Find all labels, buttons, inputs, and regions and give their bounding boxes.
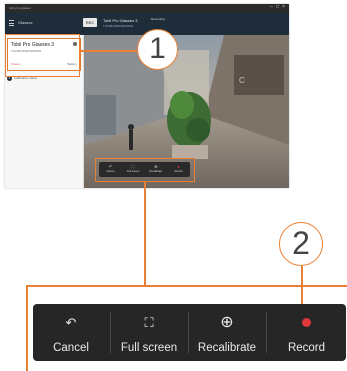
undo-icon: ↶ bbox=[65, 315, 77, 330]
mini-fullscreen-button[interactable]: ⛶ Full screen bbox=[122, 162, 145, 177]
battery-status: Recording bbox=[151, 17, 165, 21]
device-serial: TG03B-080200055681 bbox=[103, 24, 134, 28]
mini-fullscreen-icon: ⛶ bbox=[131, 164, 135, 169]
app-label: Glasses bbox=[18, 20, 33, 25]
cancel-label: Cancel bbox=[53, 342, 89, 354]
mini-fullscreen-label: Full screen bbox=[127, 170, 140, 173]
mini-recalibrate-button[interactable]: ⊕ Recalibrate bbox=[145, 162, 168, 177]
mini-cancel-label: Cancel bbox=[106, 170, 115, 173]
connector-horizontal bbox=[26, 285, 347, 287]
connector-vertical bbox=[144, 182, 146, 286]
fullscreen-button[interactable]: ⛶ Full screen bbox=[111, 304, 187, 361]
menu-icon[interactable] bbox=[9, 20, 14, 26]
mini-record-label: Record bbox=[174, 170, 183, 173]
recalibrate-button[interactable]: ⊕ Recalibrate bbox=[189, 304, 265, 361]
mini-recalibrate-label: Recalibrate bbox=[149, 170, 163, 173]
callout-1-badge: 1 bbox=[137, 29, 178, 70]
close-icon[interactable]: × bbox=[282, 5, 287, 10]
window-title-bar: tobii pro glasses – □ × bbox=[5, 4, 289, 13]
fullscreen-label: Full screen bbox=[120, 342, 178, 354]
mini-controls-bar: ↶ Cancel ⛶ Full screen ⊕ Recalibrate ● R… bbox=[99, 162, 190, 177]
record-label: Record bbox=[287, 342, 326, 354]
cancel-button[interactable]: ↶ Cancel bbox=[33, 304, 109, 361]
maximize-icon[interactable]: □ bbox=[276, 5, 281, 10]
window-title: tobii pro glasses bbox=[9, 6, 31, 10]
crosshair-icon: ⊕ bbox=[220, 314, 234, 331]
callout-2-badge: 2 bbox=[279, 222, 323, 266]
svg-text:C: C bbox=[239, 76, 245, 85]
connector-left-drop bbox=[26, 285, 28, 371]
controls-bar: ↶ Cancel ⛶ Full screen ⊕ Recalibrate Rec… bbox=[33, 304, 346, 361]
record-button[interactable]: Record bbox=[267, 304, 346, 361]
callout-1-leader bbox=[80, 50, 137, 52]
callout-1-highlight bbox=[5, 34, 80, 77]
mini-crosshair-icon: ⊕ bbox=[154, 164, 158, 169]
mini-cancel-button[interactable]: ↶ Cancel bbox=[99, 162, 122, 177]
fullscreen-icon: ⛶ bbox=[144, 315, 154, 330]
mini-controls-highlight: ↶ Cancel ⛶ Full screen ⊕ Recalibrate ● R… bbox=[95, 158, 195, 182]
minimize-icon[interactable]: – bbox=[270, 5, 275, 10]
device-name: Tobii Pro Glasses 3 bbox=[103, 18, 138, 23]
mini-record-button[interactable]: ● Record bbox=[167, 162, 190, 177]
recording-tag: REC bbox=[83, 18, 97, 27]
recalibrate-label: Recalibrate bbox=[197, 342, 257, 354]
mini-record-icon: ● bbox=[177, 164, 180, 169]
mini-undo-icon: ↶ bbox=[108, 164, 113, 169]
record-icon bbox=[267, 315, 346, 331]
